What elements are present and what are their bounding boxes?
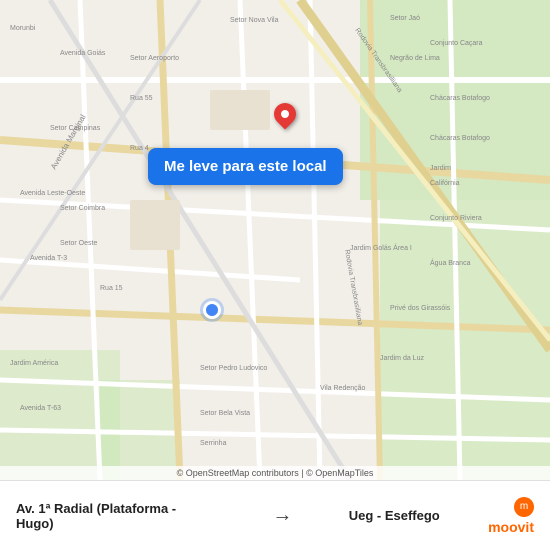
svg-text:Jardim América: Jardim América: [10, 360, 58, 367]
svg-text:Jardim Golás Área I: Jardim Golás Área I: [350, 243, 412, 252]
current-location-dot: [203, 301, 221, 319]
svg-text:Conjunto Caçara: Conjunto Caçara: [430, 40, 483, 47]
route-to: Ueg - Eseffego: [349, 508, 440, 523]
svg-text:Setor Bela Vista: Setor Bela Vista: [200, 410, 250, 417]
map-attribution: © OpenStreetMap contributors | © OpenMap…: [0, 466, 550, 480]
attribution-text: © OpenStreetMap contributors | © OpenMap…: [177, 468, 374, 478]
svg-text:Setor Pedro Ludovico: Setor Pedro Ludovico: [200, 365, 267, 372]
svg-text:Rua 4: Rua 4: [130, 145, 149, 152]
map-callout[interactable]: Me leve para este local: [148, 148, 343, 185]
svg-text:Avenida Leste-Oeste: Avenida Leste-Oeste: [20, 190, 85, 197]
route-from-name: Av. 1ª Radial (Plataforma - Hugo): [16, 501, 216, 531]
route-to-name: Ueg - Eseffego: [349, 508, 440, 523]
svg-text:Negrão de Lima: Negrão de Lima: [390, 55, 440, 62]
route-arrow: →: [272, 504, 292, 527]
destination-pin: [274, 103, 296, 125]
svg-text:Setor Nova Vila: Setor Nova Vila: [230, 17, 279, 24]
svg-text:Avenida Goiás: Avenida Goiás: [60, 50, 106, 57]
svg-text:Califórnia: Califórnia: [430, 180, 460, 187]
svg-text:Serrinha: Serrinha: [200, 440, 227, 447]
svg-text:Jardim da Luz: Jardim da Luz: [380, 355, 424, 362]
svg-text:Setor Oeste: Setor Oeste: [60, 240, 97, 247]
svg-text:Setor Jaó: Setor Jaó: [390, 15, 420, 22]
moovit-brand-text: moovit: [488, 519, 534, 535]
svg-text:Avenida T-63: Avenida T-63: [20, 405, 61, 412]
map-view: Avenida Marginal Rua 55 Rua 4 Avenida Le…: [0, 0, 550, 480]
moovit-icon: m: [514, 497, 534, 517]
svg-text:Avenida T-3: Avenida T-3: [30, 255, 67, 262]
moovit-logo: m moovit: [488, 497, 534, 535]
svg-text:Água Branca: Água Branca: [430, 258, 471, 267]
svg-text:Conjunto Riviera: Conjunto Riviera: [430, 215, 482, 222]
svg-text:Chácaras Botafogo: Chácaras Botafogo: [430, 95, 490, 102]
svg-text:Jardim: Jardim: [430, 165, 451, 172]
map-svg: Avenida Marginal Rua 55 Rua 4 Avenida Le…: [0, 0, 550, 480]
svg-text:Setor Aeroporto: Setor Aeroporto: [130, 55, 179, 62]
svg-text:Morunbi: Morunbi: [10, 25, 36, 32]
pin-head: [269, 98, 300, 129]
svg-text:Setor Coimbra: Setor Coimbra: [60, 205, 105, 212]
bottom-bar: Av. 1ª Radial (Plataforma - Hugo) → Ueg …: [0, 480, 550, 550]
svg-text:Vila Redenção: Vila Redenção: [320, 385, 366, 392]
route-from: Av. 1ª Radial (Plataforma - Hugo): [16, 501, 216, 531]
svg-text:Rua 55: Rua 55: [130, 95, 153, 102]
svg-text:Chácaras Botafogo: Chácaras Botafogo: [430, 135, 490, 142]
svg-text:Setor Campinas: Setor Campinas: [50, 125, 101, 132]
callout-text: Me leve para este local: [164, 158, 327, 175]
svg-text:Privé dos Girassóis: Privé dos Girassóis: [390, 305, 451, 312]
svg-text:Rua 15: Rua 15: [100, 285, 123, 292]
